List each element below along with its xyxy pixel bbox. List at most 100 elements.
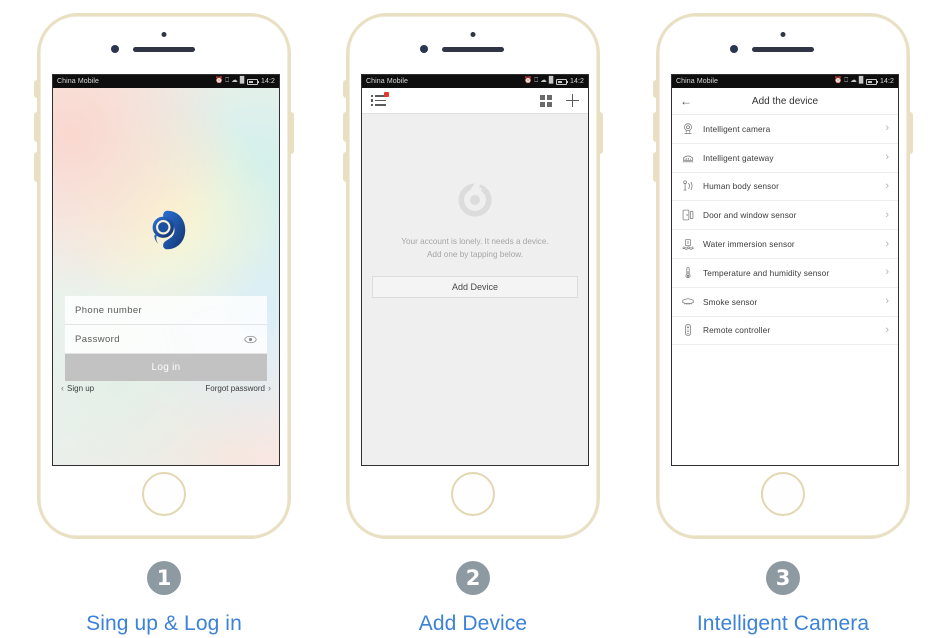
motion-sensor-icon [679,179,697,193]
front-camera-icon [730,45,738,53]
status-icons-3: ⏰ ⎕ ☁ ▉ 14:2 [834,78,894,85]
chevron-right-icon: › [885,208,889,221]
power-button [599,112,603,154]
password-field[interactable]: Password [65,325,267,354]
list-menu-icon[interactable] [371,92,389,107]
screen-add-device: China Mobile ⏰ ⎕ ☁ ▉ 14:2 ← Add the devi… [671,74,899,466]
thermometer-icon [679,266,697,280]
proximity-sensor-dot [780,32,786,37]
page-title: Add the device [751,95,819,107]
step-number-1: 1 [147,561,181,595]
step-2-column: China Mobile ⏰ ⎕ ☁ ▉ 14:2 Your account i… [340,13,606,636]
battery-icon [865,78,878,85]
add-plus-icon[interactable] [566,94,579,107]
list-item-label: Human body sensor [703,181,779,192]
silent-switch [34,80,38,98]
alarm-icon: ⏰ [524,77,533,85]
phone-number-field[interactable]: Phone number [65,296,267,325]
chevron-right-icon: › [885,122,889,135]
list-item-label: Remote controller [703,325,771,336]
step-number-3: 3 [766,561,800,595]
list-item-human-body-sensor[interactable]: Human body sensor › [672,173,898,202]
grid-view-icon[interactable] [540,94,552,107]
app-toolbar [362,88,588,114]
carrier-label: China Mobile [676,78,719,85]
home-button-2[interactable] [451,472,495,516]
chevron-right-icon: › [885,151,889,164]
battery-icon [555,78,568,85]
list-item-door-and-window-sensor[interactable]: Door and window sensor › [672,201,898,231]
status-bar-1: China Mobile ⏰ ⎕ ☁ ▉ 14:2 [53,75,279,88]
list-item-intelligent-camera[interactable]: Intelligent camera › [672,115,898,144]
silent-switch [653,80,657,98]
volume-down-button [653,152,657,182]
empty-state-line-2: Add one by tapping below. [426,249,524,259]
list-item-label: Intelligent camera [703,123,771,134]
chevron-right-icon: › [885,237,889,250]
app-logo [144,208,188,252]
sign-up-link[interactable]: ‹ Sign up [61,383,95,394]
step-1-column: China Mobile ⏰ ⎕ ☁ ▉ 14:2 Phone number P… [31,13,297,636]
forgot-password-link[interactable]: Forgot password › [205,384,271,394]
wifi-icon: ☁ [850,77,857,85]
alarm-icon: ⏰ [215,77,224,85]
list-item-label: Door and window sensor [703,210,797,221]
volume-down-button [34,152,38,182]
login-links: ‹ Sign up Forgot password › [61,383,271,394]
list-item-remote-controller[interactable]: Remote controller › [672,317,898,346]
log-in-button[interactable]: Log in [65,354,267,381]
carrier-label: China Mobile [366,78,409,85]
eye-icon[interactable] [244,335,257,344]
door-sensor-icon [679,208,697,222]
status-bar-3: China Mobile ⏰ ⎕ ☁ ▉ 14:2 [672,75,898,88]
phone-mockup-1: China Mobile ⏰ ⎕ ☁ ▉ 14:2 Phone number P… [34,13,294,539]
list-item-temperature-and-humidity-sensor[interactable]: Temperature and humidity sensor › [672,259,898,288]
alarm-icon: ⏰ [834,77,843,85]
earpiece-speaker [442,47,504,52]
list-item-label: Smoke sensor [703,296,758,307]
phone-top-sensors-3 [659,16,907,74]
device-type-list: Intelligent camera › Intelligent gateway… [672,115,898,346]
volume-up-button [653,112,657,142]
back-arrow-icon[interactable]: ← [680,95,692,107]
remote-control-icon [679,323,697,337]
chevron-right-icon: › [885,295,889,308]
list-item-label: Intelligent gateway [703,152,774,163]
phone-mockup-2: China Mobile ⏰ ⎕ ☁ ▉ 14:2 Your account i… [343,13,603,539]
volume-up-button [34,112,38,142]
sync-icon: ⎕ [844,77,849,85]
list-item-intelligent-gateway[interactable]: Intelligent gateway › [672,144,898,173]
sync-icon: ⎕ [534,77,539,85]
notification-badge [384,92,389,97]
carrier-label: China Mobile [57,78,100,85]
front-camera-icon [420,45,428,53]
screen-device-empty: China Mobile ⏰ ⎕ ☁ ▉ 14:2 Your account i… [361,74,589,466]
list-item-smoke-sensor[interactable]: Smoke sensor › [672,288,898,317]
add-device-button[interactable]: Add Device [372,276,578,298]
silent-switch [343,80,347,98]
phone-number-placeholder: Phone number [75,304,143,316]
step-caption-3: Intelligent Camera [696,612,870,635]
list-item-water-immersion-sensor[interactable]: Water immersion sensor › [672,230,898,259]
battery-icon [246,78,259,85]
status-icons-1: ⏰ ⎕ ☁ ▉ 14:2 [215,78,275,85]
gateway-icon [679,151,697,165]
add-device-body: ← Add the device Intelligent camera › In… [672,88,898,465]
clock-label: 14:2 [569,78,584,85]
wifi-icon: ☁ [231,77,238,85]
power-button [909,112,913,154]
chevron-left-icon: ‹ [61,383,64,393]
home-button-1[interactable] [142,472,186,516]
proximity-sensor-dot [470,32,476,37]
sign-up-label: Sign up [67,384,95,393]
volume-up-button [343,112,347,142]
signal-icon: ▉ [858,77,864,85]
chevron-right-icon: › [885,266,889,279]
phone-top-sensors-1 [40,16,288,74]
login-form: Phone number Password Log in [65,296,267,381]
screen-login: China Mobile ⏰ ⎕ ☁ ▉ 14:2 Phone number P… [52,74,280,466]
list-item-label: Temperature and humidity sensor [703,267,830,278]
home-button-3[interactable] [761,472,805,516]
earpiece-speaker [133,47,195,52]
step-caption-2: Add Device [418,612,528,635]
